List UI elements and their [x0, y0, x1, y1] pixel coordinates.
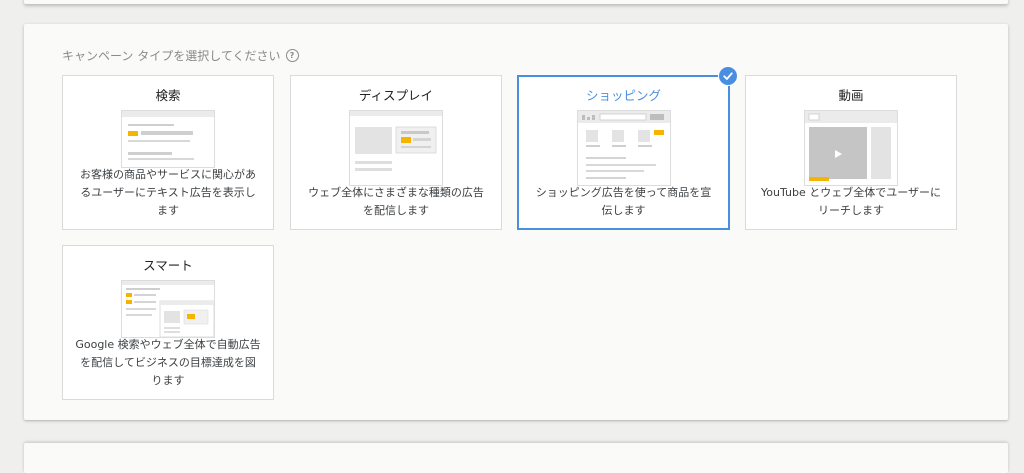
campaign-type-tile-shopping[interactable]: ショッピング ショッピング広告を使って商品を宣 伝します [517, 75, 730, 230]
tile-description-video: YouTube とウェブ全体でユーザーに リーチします [760, 186, 941, 217]
help-circle-icon[interactable]: ? [285, 49, 299, 62]
tile-description-search: お客様の商品やサービスに関心があ るユーザーにテキスト広告を表示し ます [80, 168, 256, 217]
tile-description-smart: Google 検索やウェブ全体で自動広告 を配信してビジネスの目標達成を図 りま… [75, 338, 261, 387]
campaign-type-tile-search[interactable]: 検索 お客様の商品やサービスに関心があ るユーザーにテキスト広告を表示し ます [62, 75, 274, 230]
campaign-type-prompt: キャンペーン タイプを選択してください ? [62, 47, 299, 64]
tile-description-shopping: ショッピング広告を使って商品を宣 伝します [535, 186, 712, 217]
selected-check-icon [718, 66, 738, 86]
smart-ad-illustration-icon [121, 280, 215, 338]
shopping-ad-illustration-icon [576, 110, 671, 186]
display-ad-illustration-icon [349, 110, 443, 186]
search-ad-illustration-icon [121, 110, 215, 168]
campaign-type-prompt-label: キャンペーン タイプを選択してください [62, 49, 281, 63]
tile-description-display: ウェブ全体にさまざまな種類の広告 を配信します [308, 186, 484, 217]
campaign-type-tile-display[interactable]: ディスプレイ ウェブ全体にさまざまな種類の広告 を配信します [290, 75, 502, 230]
campaign-type-tile-video[interactable]: 動画 YouTube とウェブ全体でユーザーに リーチします [745, 75, 957, 230]
previous-section-card [24, 0, 1008, 4]
campaign-type-tile-smart[interactable]: スマート Google 検索やウェブ全体で自動広告 を配信してビジネスの目標達成… [62, 245, 274, 400]
tile-title-search: 検索 [155, 88, 181, 103]
tile-title-video: 動画 [838, 88, 864, 103]
tile-title-shopping: ショッピング [585, 88, 661, 103]
video-ad-illustration-icon [804, 110, 898, 186]
tile-title-smart: スマート [143, 258, 193, 273]
tile-title-display: ディスプレイ [358, 88, 434, 103]
next-section-card [24, 443, 1008, 473]
